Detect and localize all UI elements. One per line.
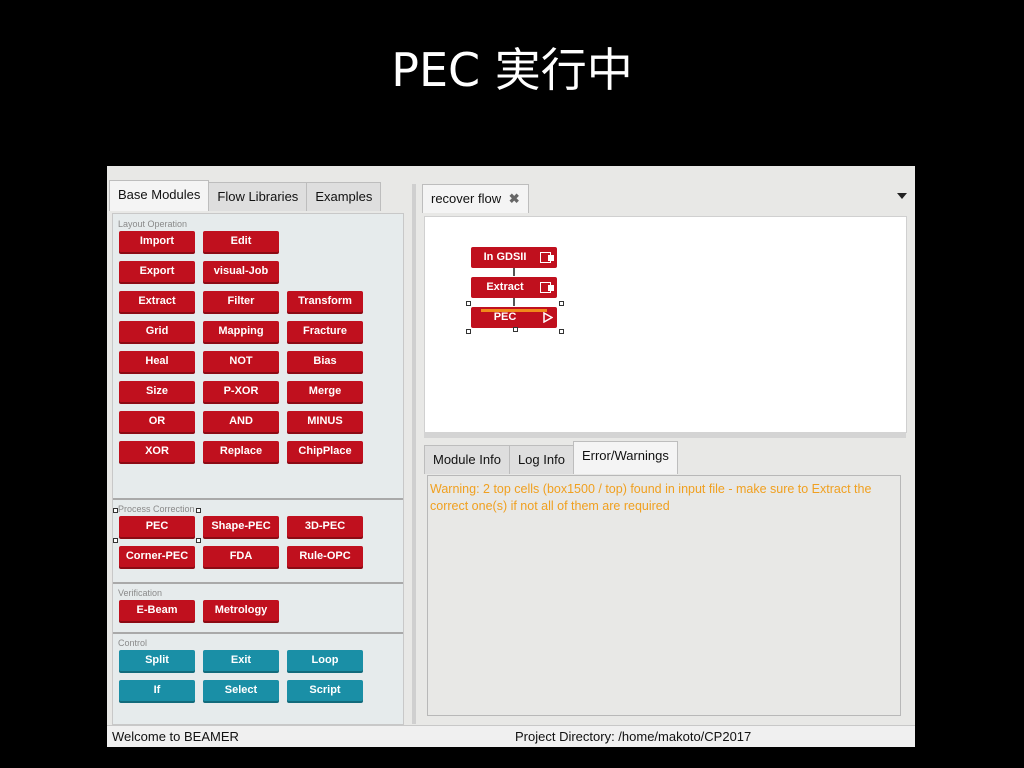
tab-module-info[interactable]: Module Info <box>424 445 510 474</box>
selection-handle <box>559 329 564 334</box>
module-button-if[interactable]: If <box>119 680 195 701</box>
module-button-size[interactable]: Size <box>119 381 195 402</box>
module-button-select[interactable]: Select <box>203 680 279 701</box>
section-divider <box>113 632 403 634</box>
module-button-corner-pec[interactable]: Corner-PEC <box>119 546 195 567</box>
module-button-import[interactable]: Import <box>119 231 195 252</box>
toolbar-strip <box>107 166 915 170</box>
module-button-merge[interactable]: Merge <box>287 381 363 402</box>
flow-tab-label: recover flow <box>431 191 502 206</box>
left-panel: Base Modules Flow Libraries Examples Lay… <box>109 180 407 725</box>
status-welcome: Welcome to BEAMER <box>112 729 239 744</box>
module-tabs: Base Modules Flow Libraries Examples <box>109 180 382 212</box>
flow-canvas[interactable]: In GDSII Extract PEC <box>424 216 907 433</box>
section-divider <box>113 582 403 584</box>
module-button-and[interactable]: AND <box>203 411 279 432</box>
slide-title: PEC 実行中 <box>391 43 633 97</box>
tab-base-modules[interactable]: Base Modules <box>109 180 210 211</box>
selection-handle <box>559 301 564 306</box>
module-button-not[interactable]: NOT <box>203 351 279 372</box>
section-label-control: Control <box>118 638 148 648</box>
tab-error-warnings[interactable]: Error/Warnings <box>572 441 678 474</box>
selection-handle <box>113 538 118 543</box>
selection-handle <box>466 301 471 306</box>
flow-node-in-gdsii[interactable]: In GDSII <box>471 247 557 268</box>
module-button-visual-job[interactable]: visual-Job <box>203 261 279 282</box>
module-button-pec[interactable]: PEC <box>119 516 195 537</box>
module-button-transform[interactable]: Transform <box>287 291 363 312</box>
module-button-chipplace[interactable]: ChipPlace <box>287 441 363 462</box>
module-button-p-xor[interactable]: P-XOR <box>203 381 279 402</box>
module-button-filter[interactable]: Filter <box>203 291 279 312</box>
right-panel: recover flow ✖ In GDSII Extract PEC Modu… <box>419 180 915 723</box>
module-button-exit[interactable]: Exit <box>203 650 279 671</box>
module-button-split[interactable]: Split <box>119 650 195 671</box>
selection-handle <box>196 538 201 543</box>
module-button-bias[interactable]: Bias <box>287 351 363 372</box>
module-button-shape-pec[interactable]: Shape-PEC <box>203 516 279 537</box>
status-bar: Welcome to BEAMER Project Directory: /ho… <box>107 725 915 747</box>
module-button-loop[interactable]: Loop <box>287 650 363 671</box>
module-button-script[interactable]: Script <box>287 680 363 701</box>
horizontal-scrollbar[interactable] <box>424 432 906 438</box>
module-button-heal[interactable]: Heal <box>119 351 195 372</box>
flow-node-extract[interactable]: Extract <box>471 277 557 298</box>
section-label-layout: Layout Operation <box>118 219 188 229</box>
module-settings-icon <box>548 255 554 261</box>
module-button-fda[interactable]: FDA <box>203 546 279 567</box>
tab-flow-libraries[interactable]: Flow Libraries <box>208 182 308 211</box>
module-button-3d-pec[interactable]: 3D-PEC <box>287 516 363 537</box>
section-divider <box>113 498 403 500</box>
progress-bar <box>481 309 547 312</box>
module-button-metrology[interactable]: Metrology <box>203 600 279 621</box>
status-project-directory: Project Directory: /home/makoto/CP2017 <box>515 729 752 744</box>
module-button-e-beam[interactable]: E-Beam <box>119 600 195 621</box>
tab-log-info[interactable]: Log Info <box>508 445 574 474</box>
flow-connector <box>513 298 515 306</box>
selection-handle <box>513 327 518 332</box>
selection-handle <box>196 508 201 513</box>
flow-connector <box>513 268 515 276</box>
play-icon[interactable] <box>543 312 553 323</box>
module-button-or[interactable]: OR <box>119 411 195 432</box>
panel-splitter[interactable] <box>412 184 416 724</box>
module-button-export[interactable]: Export <box>119 261 195 282</box>
selection-handle <box>113 508 118 513</box>
module-button-replace[interactable]: Replace <box>203 441 279 462</box>
module-settings-icon <box>548 285 554 291</box>
warnings-panel[interactable]: Warning: 2 top cells (box1500 / top) fou… <box>427 475 901 716</box>
selection-handle <box>466 329 471 334</box>
module-palette: Layout Operation Import Edit Export visual-… <box>112 213 404 725</box>
module-button-rule-opc[interactable]: Rule-OPC <box>287 546 363 567</box>
section-label-process: Process Correction <box>118 504 195 514</box>
chevron-down-icon[interactable] <box>897 193 907 199</box>
module-button-xor[interactable]: XOR <box>119 441 195 462</box>
warning-message: Warning: 2 top cells (box1500 / top) fou… <box>430 482 872 513</box>
info-tabs: Module Info Log Info Error/Warnings <box>424 441 678 474</box>
module-button-extract[interactable]: Extract <box>119 291 195 312</box>
module-button-mapping[interactable]: Mapping <box>203 321 279 342</box>
tab-recover-flow[interactable]: recover flow ✖ <box>422 184 529 213</box>
flow-node-pec[interactable]: PEC <box>471 307 557 328</box>
module-button-fracture[interactable]: Fracture <box>287 321 363 342</box>
close-icon[interactable]: ✖ <box>509 185 520 213</box>
tab-examples[interactable]: Examples <box>306 182 382 211</box>
beamer-window: Base Modules Flow Libraries Examples Lay… <box>107 166 915 747</box>
module-button-minus[interactable]: MINUS <box>287 411 363 432</box>
module-button-edit[interactable]: Edit <box>203 231 279 252</box>
module-button-grid[interactable]: Grid <box>119 321 195 342</box>
section-label-verification: Verification <box>118 588 163 598</box>
